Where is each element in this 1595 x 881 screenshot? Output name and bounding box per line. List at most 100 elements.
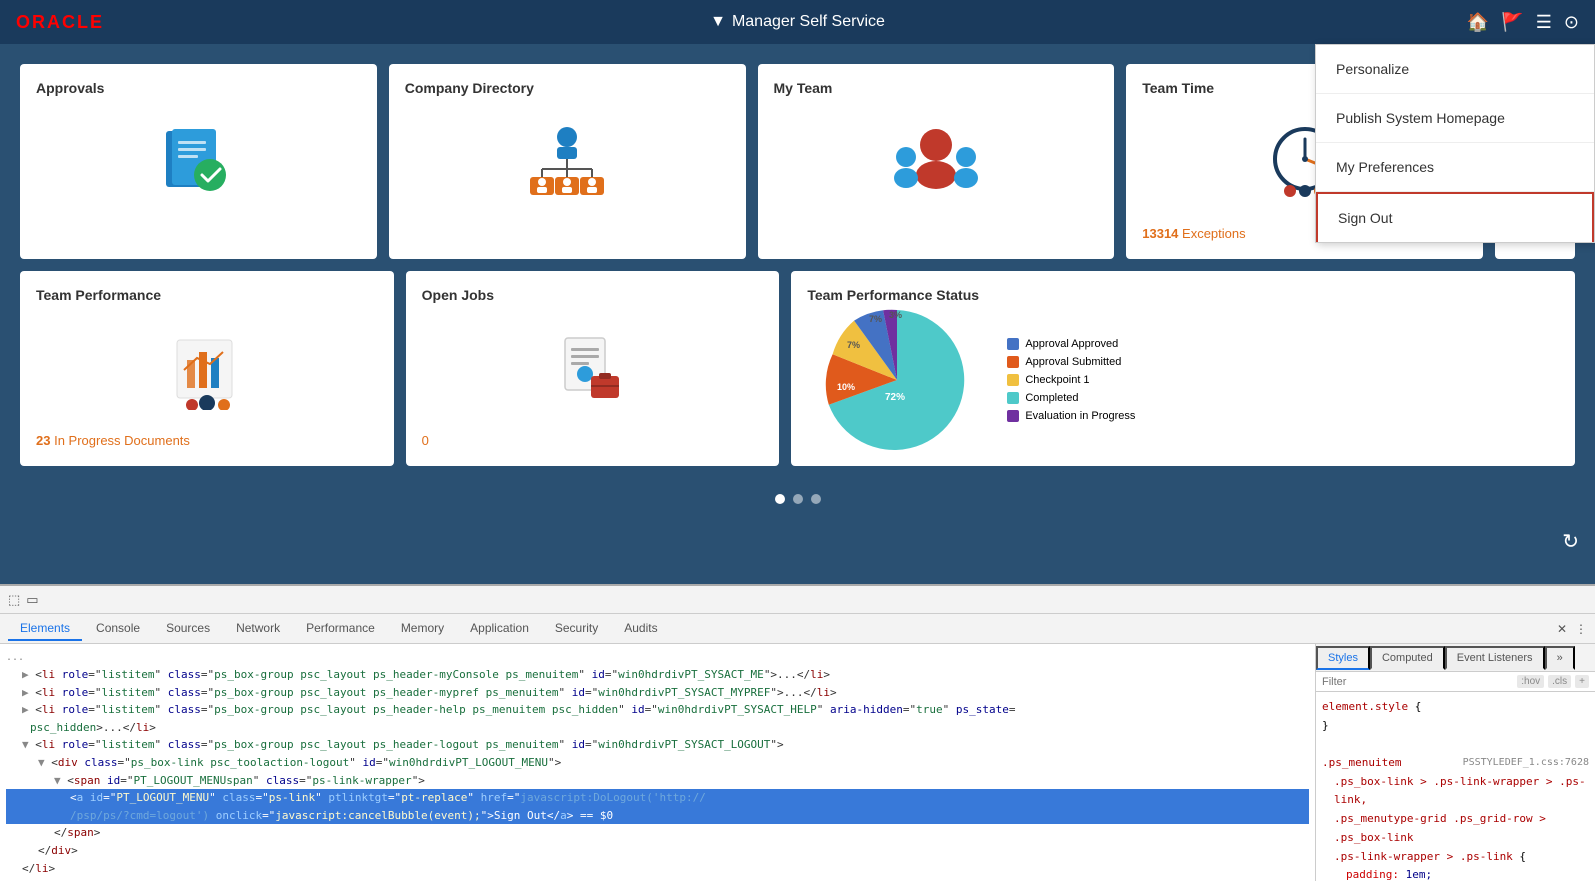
flag-icon[interactable]: 🚩 bbox=[1501, 12, 1523, 33]
pie-legend: Approval Approved Approval Submitted Che… bbox=[1007, 338, 1135, 422]
ps-menuitem-rule: .ps_menuitem PSSTYLEDEF_1.css:7628 bbox=[1322, 754, 1589, 773]
dropdown-preferences[interactable]: My Preferences bbox=[1316, 143, 1594, 192]
approvals-icon-area bbox=[36, 108, 361, 218]
legend-item-3: Checkpoint 1 bbox=[1007, 374, 1135, 386]
svg-text:10%: 10% bbox=[837, 382, 855, 392]
element-style-block: element.style { bbox=[1322, 698, 1589, 717]
my-team-icon-area bbox=[774, 108, 1099, 218]
tile-my-team-title: My Team bbox=[774, 80, 1099, 96]
home-icon[interactable]: 🏠 bbox=[1467, 12, 1489, 33]
devtools-tabs: Elements Console Sources Network Perform… bbox=[0, 614, 1595, 644]
legend-label-2: Approval Submitted bbox=[1025, 356, 1121, 368]
tab-more[interactable]: » bbox=[1545, 646, 1575, 670]
legend-label-1: Approval Approved bbox=[1025, 338, 1118, 350]
company-directory-svg-icon bbox=[522, 123, 612, 203]
pagination bbox=[20, 478, 1575, 520]
ps-box-link-rule: .ps_box-link > .ps-link-wrapper > .ps-li… bbox=[1322, 773, 1589, 810]
devtools-ellipsis: ... bbox=[6, 650, 1309, 666]
tile-team-performance-title: Team Performance bbox=[36, 287, 378, 303]
dropdown-publish[interactable]: Publish System Homepage bbox=[1316, 94, 1594, 143]
tab-console[interactable]: Console bbox=[84, 617, 152, 641]
legend-dot-5 bbox=[1007, 410, 1019, 422]
ps-menutype-rule: .ps_menutype-grid .ps_grid-row > .ps_box… bbox=[1322, 810, 1589, 847]
devtools-cursor-icon[interactable]: ⬚ bbox=[8, 592, 20, 608]
tab-event-listeners[interactable]: Event Listeners bbox=[1445, 646, 1545, 670]
styles-content: element.style { } .ps_menuitem PSSTYLEDE… bbox=[1316, 692, 1595, 881]
legend-item-5: Evaluation in Progress bbox=[1007, 410, 1135, 422]
header: ORACLE ▼ Manager Self Service 🏠 🚩 ☰ ⊙ Pe… bbox=[0, 0, 1595, 44]
legend-dot-4 bbox=[1007, 392, 1019, 404]
user-icon[interactable]: ⊙ bbox=[1564, 12, 1579, 33]
my-team-svg-icon bbox=[886, 123, 986, 203]
devtools-html-tree: ... ▶ <li role="listitem" class="ps_box-… bbox=[0, 644, 1315, 881]
code-line-3: ▶ <li role="listitem" class="ps_box-grou… bbox=[6, 701, 1309, 719]
app-title: Manager Self Service bbox=[732, 13, 885, 31]
styles-filter-hov[interactable]: :hov bbox=[1517, 675, 1544, 688]
reload-icon[interactable]: ↻ bbox=[1562, 529, 1579, 554]
tile-open-jobs-title: Open Jobs bbox=[422, 287, 764, 303]
styles-filter-plus[interactable]: + bbox=[1575, 675, 1589, 688]
legend-label-3: Checkpoint 1 bbox=[1025, 374, 1089, 386]
pie-chart-svg: 72% 10% 7% 7% 3% bbox=[807, 300, 987, 460]
tab-network[interactable]: Network bbox=[224, 617, 292, 641]
legend-item-2: Approval Submitted bbox=[1007, 356, 1135, 368]
legend-dot-3 bbox=[1007, 374, 1019, 386]
devtools-panel: ⬚ ▭ Elements Console Sources Network Per… bbox=[0, 584, 1595, 881]
legend-dot-1 bbox=[1007, 338, 1019, 350]
element-style-selector: element.style bbox=[1322, 700, 1408, 713]
tab-performance[interactable]: Performance bbox=[294, 617, 387, 641]
dropdown-menu: Personalize Publish System Homepage My P… bbox=[1315, 44, 1595, 243]
open-jobs-icon-area bbox=[422, 315, 764, 425]
pagination-dot-2[interactable] bbox=[793, 494, 803, 504]
tile-my-team[interactable]: My Team bbox=[758, 64, 1115, 259]
code-line-4: ▼ <li role="listitem" class="ps_box-grou… bbox=[6, 736, 1309, 754]
code-line-selected-1[interactable]: <a id="PT_LOGOUT_MENU" class="ps-link" p… bbox=[6, 789, 1309, 807]
tile-team-performance-status[interactable]: Team Performance Status bbox=[791, 271, 1575, 466]
approvals-svg-icon bbox=[158, 123, 238, 203]
pagination-dot-3[interactable] bbox=[811, 494, 821, 504]
tab-application[interactable]: Application bbox=[458, 617, 541, 641]
tile-company-directory[interactable]: Company Directory bbox=[389, 64, 746, 259]
code-line-3b: psc_hidden>...</li> bbox=[6, 719, 1309, 737]
tile-open-jobs[interactable]: Open Jobs 0 bbox=[406, 271, 780, 466]
tab-elements[interactable]: Elements bbox=[8, 617, 82, 641]
dropdown-signout[interactable]: Sign Out bbox=[1316, 192, 1594, 242]
tile-team-performance[interactable]: Team Performance 23 I bbox=[20, 271, 394, 466]
tab-security[interactable]: Security bbox=[543, 617, 610, 641]
devtools-right-panel: Styles Computed Event Listeners » :hov .… bbox=[1315, 644, 1595, 881]
legend-dot-2 bbox=[1007, 356, 1019, 368]
menu-icon[interactable]: ☰ bbox=[1536, 12, 1552, 33]
legend-item-1: Approval Approved bbox=[1007, 338, 1135, 350]
tab-styles[interactable]: Styles bbox=[1316, 646, 1370, 670]
dropdown-personalize[interactable]: Personalize bbox=[1316, 45, 1594, 94]
tile-open-jobs-footer: 0 bbox=[422, 433, 764, 448]
tile-approvals[interactable]: Approvals bbox=[20, 64, 377, 259]
company-directory-icon-area bbox=[405, 108, 730, 218]
devtools-more-icon[interactable]: ⋮ bbox=[1575, 622, 1587, 636]
code-line-selected-2[interactable]: /psp/ps/?cmd=logout') onclick="javascrip… bbox=[6, 807, 1309, 825]
svg-text:7%: 7% bbox=[847, 340, 860, 350]
devtools-tab-actions: ✕ ⋮ bbox=[1557, 622, 1587, 636]
tile-company-directory-title: Company Directory bbox=[405, 80, 730, 96]
styles-filter: :hov .cls + bbox=[1316, 672, 1595, 692]
styles-filter-cls[interactable]: .cls bbox=[1548, 675, 1571, 688]
code-line-5: ▼ <div class="ps_box-link psc_toolaction… bbox=[6, 754, 1309, 772]
tab-sources[interactable]: Sources bbox=[154, 617, 222, 641]
svg-text:7%: 7% bbox=[869, 314, 882, 324]
devtools-right-tabs: Styles Computed Event Listeners » bbox=[1316, 644, 1595, 672]
tab-memory[interactable]: Memory bbox=[389, 617, 456, 641]
pagination-dot-1[interactable] bbox=[775, 494, 785, 504]
code-line-10: </li> bbox=[6, 860, 1309, 878]
code-line-2: ▶ <li role="listitem" class="ps_box-grou… bbox=[6, 684, 1309, 702]
title-arrow: ▼ bbox=[710, 13, 726, 31]
svg-text:72%: 72% bbox=[885, 392, 905, 403]
legend-label-5: Evaluation in Progress bbox=[1025, 410, 1135, 422]
pie-chart-container: 72% 10% 7% 7% 3% Approval Approved Appro… bbox=[807, 315, 1559, 445]
tab-audits[interactable]: Audits bbox=[612, 617, 669, 641]
devtools-mobile-icon[interactable]: ▭ bbox=[26, 592, 38, 608]
devtools-toolbar: ⬚ ▭ bbox=[0, 586, 1595, 614]
tab-computed[interactable]: Computed bbox=[1370, 646, 1445, 670]
devtools-close-icon[interactable]: ✕ bbox=[1557, 622, 1567, 636]
styles-filter-input[interactable] bbox=[1322, 676, 1513, 688]
tile-team-performance-footer: 23 In Progress Documents bbox=[36, 433, 378, 448]
